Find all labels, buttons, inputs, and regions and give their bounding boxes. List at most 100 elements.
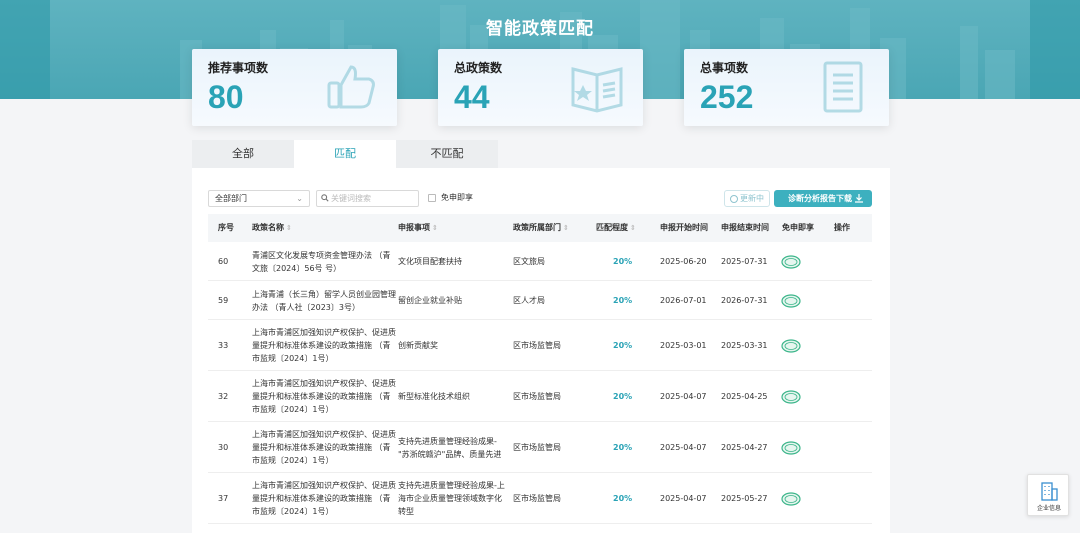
- col-header-policy[interactable]: 政策名称 ⇕: [252, 214, 292, 242]
- policy-book-icon: [571, 67, 623, 113]
- cell-end-date: 2026-07-31: [721, 296, 768, 305]
- document-list-icon: [823, 61, 863, 113]
- exempt-stamp-icon: [781, 440, 801, 455]
- enterprise-info-label: 企业信息: [1036, 505, 1061, 512]
- exempt-stamp-icon: [781, 389, 801, 404]
- cell-policy-name[interactable]: 上海青浦（长三角）留学人员创业园管理 办法 （青人社〔2023〕3号）: [252, 288, 396, 314]
- exempt-checkbox[interactable]: [428, 194, 436, 202]
- cell-start-date: 2025-03-01: [660, 341, 707, 350]
- download-label: 诊断分析报告下载: [788, 194, 852, 203]
- chevron-down-icon: ⌄: [296, 194, 303, 203]
- cell-start-date: 2025-04-07: [660, 443, 707, 452]
- filter-tabs: 全部 匹配 不匹配: [192, 140, 498, 168]
- cell-end-date: 2025-04-27: [721, 443, 768, 452]
- search-input[interactable]: 关键词搜索: [316, 190, 419, 207]
- table-header: 序号 政策名称 ⇕ 申报事项 ⇕ 政策所属部门 ⇕ 匹配程度 ⇕ 申报开始时间 申报结束…: [208, 214, 872, 242]
- col-header-dept[interactable]: 政策所属部门 ⇕: [513, 214, 569, 242]
- cell-dept: 区人才局: [513, 296, 545, 305]
- sort-icon[interactable]: ⇕: [432, 224, 438, 232]
- search-placeholder: 关键词搜索: [331, 194, 371, 203]
- tab-all[interactable]: 全部: [192, 140, 294, 168]
- thumbs-up-icon: [327, 65, 375, 109]
- cell-item: 支持先进质量管理经验成果- "苏浙皖赣沪"品牌、质量先进: [398, 436, 502, 459]
- search-icon: [321, 194, 329, 202]
- cell-dept: 区市场监管局: [513, 341, 561, 350]
- cell-item: 留创企业就业补贴: [398, 296, 462, 305]
- cell-start-date: 2026-07-01: [660, 296, 707, 305]
- cell-end-date: 2025-03-31: [721, 341, 768, 350]
- stat-label: 总政策数: [454, 61, 503, 75]
- cell-item: 文化项目配套扶持: [398, 257, 462, 266]
- enterprise-info-button[interactable]: 企业信息: [1027, 474, 1069, 516]
- cell-index: 60: [218, 257, 229, 266]
- exempt-checkbox-label: 免申即享: [441, 193, 473, 202]
- col-header-exempt: 免申即享: [782, 223, 814, 232]
- cell-policy-name[interactable]: 上海市青浦区加强知识产权保护、促进质 量提升和标准体系建设的政策措施 （青 市监规〔…: [252, 428, 396, 467]
- page-title: 智能政策匹配: [486, 19, 594, 39]
- cell-policy-name[interactable]: 青浦区文化发展专项资金管理办法 （青 文旅〔2024〕56号 号）: [252, 249, 391, 275]
- cell-policy-name[interactable]: 上海市青浦区加强知识产权保护、促进质 量提升和标准体系建设的政策措施 （青 市监规〔…: [252, 377, 396, 416]
- col-header-match[interactable]: 匹配程度 ⇕: [596, 214, 636, 242]
- cell-end-date: 2025-04-25: [721, 392, 768, 401]
- cell-index: 59: [218, 296, 229, 305]
- table-row[interactable]: 59 上海青浦（长三角）留学人员创业园管理 办法 （青人社〔2023〕3号） 留创企业…: [208, 281, 872, 320]
- exempt-stamp-icon: [781, 491, 801, 506]
- cell-match: 20%: [613, 494, 633, 503]
- stat-label: 总事项数: [700, 61, 749, 75]
- exempt-stamp-icon: [781, 293, 801, 308]
- cell-policy-name[interactable]: 上海市青浦区加强知识产权保护、促进质 量提升和标准体系建设的政策措施 （青 市监规〔…: [252, 479, 396, 518]
- cell-policy-name[interactable]: 上海市青浦区加强知识产权保护、促进质 量提升和标准体系建设的政策措施 （青 市监规〔…: [252, 326, 396, 365]
- sort-icon[interactable]: ⇕: [563, 224, 569, 232]
- table-row[interactable]: 32 上海市青浦区加强知识产权保护、促进质 量提升和标准体系建设的政策措施 （青 市监…: [208, 371, 872, 422]
- download-icon: [855, 194, 863, 203]
- download-report-button[interactable]: 诊断分析报告下载: [774, 190, 872, 207]
- cell-item: 支持先进质量管理经验成果-上 海市企业质量管理领域数字化 转型: [398, 481, 505, 516]
- table-row[interactable]: 37 上海市青浦区加强知识产权保护、促进质 量提升和标准体系建设的政策措施 （青 市监…: [208, 473, 872, 524]
- stat-label: 推荐事项数: [208, 61, 269, 75]
- sort-icon[interactable]: ⇕: [630, 224, 636, 232]
- col-header-actions: 操作: [834, 223, 850, 232]
- cell-item: 新型标准化技术组织: [398, 392, 470, 401]
- cell-match: 20%: [613, 296, 633, 305]
- stat-value: 252: [700, 79, 754, 115]
- stat-card-total-policies: 总政策数 44: [438, 49, 643, 126]
- table-row[interactable]: 60 青浦区文化发展专项资金管理办法 （青 文旅〔2024〕56号 号） 文化项目配套…: [208, 242, 872, 281]
- cell-dept: 区市场监管局: [513, 392, 561, 401]
- cell-dept: 区文旅局: [513, 257, 545, 266]
- cell-index: 37: [218, 494, 229, 503]
- cell-match: 20%: [613, 341, 633, 350]
- cell-dept: 区市场监管局: [513, 494, 561, 503]
- exempt-stamp-icon: [781, 338, 801, 353]
- tab-unmatched[interactable]: 不匹配: [396, 140, 498, 168]
- table-row[interactable]: 33 上海市青浦区加强知识产权保护、促进质 量提升和标准体系建设的政策措施 （青 市监…: [208, 320, 872, 371]
- stat-value: 80: [208, 79, 244, 115]
- cell-match: 20%: [613, 392, 633, 401]
- stat-value: 44: [454, 79, 490, 115]
- stat-card-total-items: 总事项数 252: [684, 49, 889, 126]
- col-header-end: 申报结束时间: [721, 223, 769, 232]
- cell-index: 30: [218, 443, 229, 452]
- department-select-value: 全部部门: [215, 194, 247, 203]
- policy-table-panel: 全部部门 ⌄ 关键词搜索 免申即享 更新中 诊断分析报告下载 序号 政策名称 ⇕ …: [192, 168, 890, 533]
- tab-matched[interactable]: 匹配: [294, 140, 396, 168]
- table-row[interactable]: 30 上海市青浦区加强知识产权保护、促进质 量提升和标准体系建设的政策措施 （青 市监…: [208, 422, 872, 473]
- cell-match: 20%: [613, 257, 633, 266]
- cell-dept: 区市场监管局: [513, 443, 561, 452]
- col-header-item[interactable]: 申报事项 ⇕: [398, 214, 438, 242]
- cell-match: 20%: [613, 443, 633, 452]
- cell-end-date: 2025-05-27: [721, 494, 768, 503]
- exempt-stamp-icon: [781, 254, 801, 269]
- stat-card-recommended: 推荐事项数 80: [192, 49, 397, 126]
- refresh-label: 更新中: [740, 194, 764, 203]
- col-header-index: 序号: [218, 223, 234, 232]
- sort-icon[interactable]: ⇕: [286, 224, 292, 232]
- col-header-start: 申报开始时间: [660, 223, 708, 232]
- cell-start-date: 2025-04-07: [660, 494, 707, 503]
- refresh-icon: [730, 195, 738, 203]
- cell-start-date: 2025-06-20: [660, 257, 707, 266]
- cell-index: 33: [218, 341, 229, 350]
- refresh-button[interactable]: 更新中: [724, 190, 770, 207]
- building-icon: [1041, 482, 1058, 501]
- table-toolbar: 全部部门 ⌄ 关键词搜索 免申即享 更新中 诊断分析报告下载: [208, 190, 874, 208]
- department-select[interactable]: 全部部门 ⌄: [208, 190, 310, 207]
